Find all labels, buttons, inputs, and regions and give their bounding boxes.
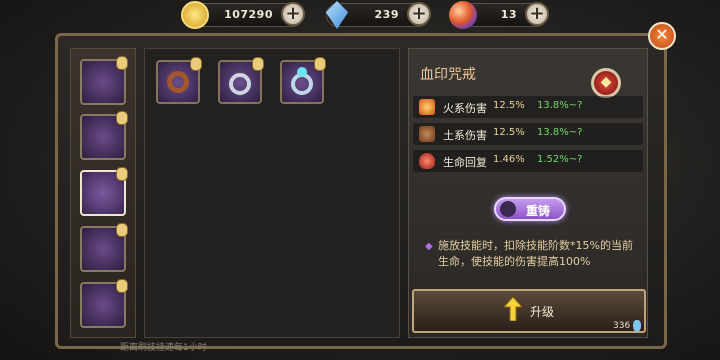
cyan-gem-icon [297,67,307,77]
hammer-icon [500,201,516,217]
stat-name: 火系伤害 [443,102,487,115]
stat-name: 土系伤害 [443,129,487,142]
gold-coin-icon [181,1,209,29]
add-orb-button[interactable]: + [525,2,549,26]
stat-value: 12.5% [493,127,525,138]
potion-icon [419,153,435,169]
crystal-cost-icon [633,320,641,332]
stat-value: 1.46% [493,154,525,165]
stat-name: 生命回复 [443,156,487,169]
recast-button[interactable]: 重铸 [494,197,566,221]
add-gold-button[interactable]: + [281,2,305,26]
footer-hint: 距离刷技挂速每1小时 [120,343,207,353]
close-button[interactable]: ✕ [648,22,676,50]
gold-amount: 107290 [224,8,273,21]
earth-icon [419,126,435,142]
stat-row-earth: 土系伤害 12.5% 13.8%~? [413,123,643,145]
cyan-gem-ring-item[interactable] [280,57,326,104]
up-arrow-icon [504,297,522,321]
bullet-icon: ◆ [425,241,433,252]
stat-range: 1.52%~? [537,154,583,165]
gold-currency: 107290 + [181,1,305,29]
crystal-currency: 239 + [325,1,431,29]
orb-icon [449,1,477,29]
wing-armor-slot[interactable] [80,56,128,105]
stat-row-fire: 火系伤害 12.5% 13.8%~? [413,96,643,118]
upgrade-label: 升级 [530,305,555,319]
lock-icon [116,56,128,70]
item-title: 血印咒戒 [420,67,476,83]
lock-icon [252,57,264,71]
skill-description: 施放技能时，扣除技能阶数*15%的当前生命，使技能的伤害提高100% [438,239,633,268]
stat-row-life-regen: 生命回复 1.46% 1.52%~? [413,150,643,172]
boots-slot[interactable] [80,111,128,160]
bronze-ring-icon [167,71,189,93]
orb-currency: 13 + [449,1,549,29]
fire-icon [419,99,435,115]
lock-icon [116,167,128,181]
crystal-amount: 239 [374,8,399,21]
necklace-slot[interactable] [80,223,128,272]
lock-icon [190,57,202,71]
lock-icon [116,111,128,125]
stat-range: 13.8%~? [537,100,583,111]
silver-gem-ring-item[interactable] [218,57,264,104]
bronze-ring-item[interactable] [156,57,202,104]
upgrade-cost: 336 [613,321,631,331]
silver-ring-icon [229,73,251,95]
ring-slot[interactable] [80,167,128,216]
upgrade-button[interactable]: 升级 [412,289,646,333]
orb-amount: 13 [500,8,517,21]
blue-crystal-icon [325,1,349,29]
lock-icon [116,279,128,293]
blood-seal-emblem-icon: ◆ [591,68,621,98]
lock-icon [116,223,128,237]
stat-value: 12.5% [493,100,525,111]
add-crystal-button[interactable]: + [407,2,431,26]
claw-weapon-slot[interactable] [80,279,128,328]
stat-range: 13.8%~? [537,127,583,138]
lock-icon [314,57,326,71]
recast-label: 重铸 [526,204,551,218]
